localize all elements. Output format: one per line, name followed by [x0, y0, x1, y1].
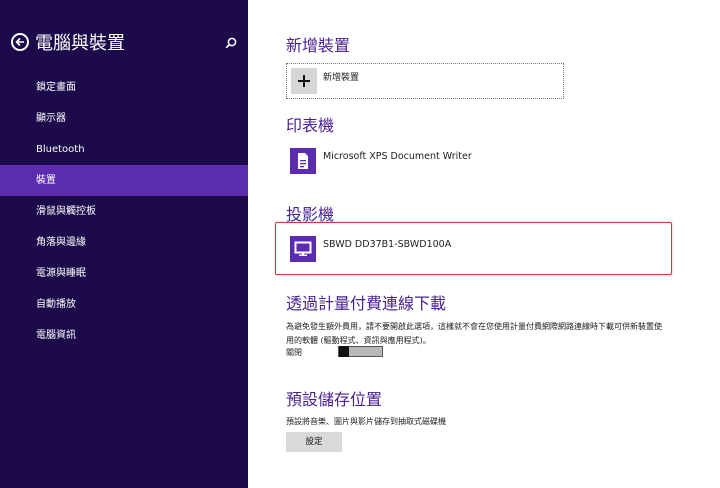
sidebar-item-power-sleep[interactable]: 電源與睡眠: [0, 258, 248, 289]
sidebar-item-mouse-touchpad[interactable]: 滑鼠與觸控板: [0, 196, 248, 227]
search-icon[interactable]: [224, 36, 238, 50]
printer-name: Microsoft XPS Document Writer: [323, 151, 472, 162]
metered-description: 為避免發生額外費用，請不要開啟此選項，這樣就不會在您使用計量付費網際網路連線時下…: [286, 322, 662, 345]
sidebar-item-autoplay[interactable]: 自動播放: [0, 289, 248, 320]
metered-toggle-label: 關閉: [286, 348, 302, 357]
sidebar-item-pc-info[interactable]: 電腦資訊: [0, 320, 248, 351]
setup-button[interactable]: 設定: [286, 432, 342, 452]
highlight-box: [275, 222, 672, 275]
plus-tile: [291, 68, 317, 94]
metered-toggle[interactable]: [338, 346, 383, 357]
add-device-button[interactable]: 新增裝置: [286, 63, 564, 99]
printer-document-icon: [298, 153, 308, 169]
back-button[interactable]: [11, 33, 29, 51]
sidebar-item-bluetooth[interactable]: Bluetooth: [0, 134, 248, 165]
back-arrow-icon: [15, 37, 24, 47]
sidebar-title: 電腦與裝置: [35, 33, 125, 54]
printers-heading: 印表機: [286, 116, 335, 135]
sidebar-nav: 鎖定畫面 顯示器 Bluetooth 裝置 滑鼠與觸控板 角落與邊緣 電源與睡眠…: [0, 72, 248, 351]
main-content: 新增裝置 新增裝置 印表機 Microsoft XPS Document Wri…: [248, 0, 720, 488]
add-device-heading: 新增裝置: [286, 36, 351, 55]
sidebar-item-lock-screen[interactable]: 鎖定畫面: [0, 72, 248, 103]
storage-description: 預設將音樂、圖片與影片儲存到抽取式磁碟機: [286, 417, 446, 426]
sidebar-item-display[interactable]: 顯示器: [0, 103, 248, 134]
sidebar-item-devices[interactable]: 裝置: [0, 165, 248, 196]
add-device-label: 新增裝置: [323, 73, 360, 83]
storage-heading: 預設儲存位置: [286, 390, 383, 409]
sidebar-item-corners-edges[interactable]: 角落與邊緣: [0, 227, 248, 258]
toggle-knob: [339, 346, 349, 357]
metered-heading: 透過計量付費連線下載: [286, 294, 447, 313]
printer-item[interactable]: Microsoft XPS Document Writer: [290, 148, 520, 178]
printer-tile: [290, 148, 316, 174]
plus-icon: [298, 75, 310, 87]
sidebar: 電腦與裝置 鎖定畫面 顯示器 Bluetooth 裝置 滑鼠與觸控板 角落與邊緣…: [0, 0, 248, 488]
